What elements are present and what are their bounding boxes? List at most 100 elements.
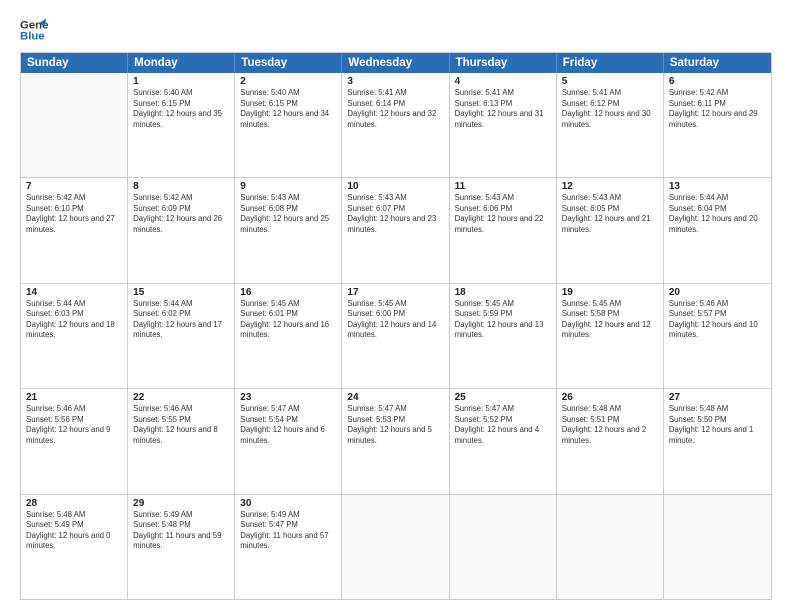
logo: General Blue bbox=[20, 16, 48, 44]
day-number: 23 bbox=[240, 392, 336, 403]
day-cell-8: 8Sunrise: 5:42 AM Sunset: 6:09 PM Daylig… bbox=[128, 178, 235, 282]
day-cell-19: 19Sunrise: 5:45 AM Sunset: 5:58 PM Dayli… bbox=[557, 284, 664, 388]
day-cell-15: 15Sunrise: 5:44 AM Sunset: 6:02 PM Dayli… bbox=[128, 284, 235, 388]
day-cell-12: 12Sunrise: 5:43 AM Sunset: 6:05 PM Dayli… bbox=[557, 178, 664, 282]
calendar-header: SundayMondayTuesdayWednesdayThursdayFrid… bbox=[21, 53, 771, 73]
day-info: Sunrise: 5:45 AM Sunset: 5:59 PM Dayligh… bbox=[455, 299, 551, 341]
weekday-header-sunday: Sunday bbox=[21, 53, 128, 73]
day-number: 21 bbox=[26, 392, 122, 403]
day-cell-13: 13Sunrise: 5:44 AM Sunset: 6:04 PM Dayli… bbox=[664, 178, 771, 282]
day-info: Sunrise: 5:41 AM Sunset: 6:13 PM Dayligh… bbox=[455, 88, 551, 130]
header: General Blue bbox=[20, 16, 772, 44]
day-number: 25 bbox=[455, 392, 551, 403]
day-number: 10 bbox=[347, 181, 443, 192]
day-number: 28 bbox=[26, 498, 122, 509]
day-info: Sunrise: 5:41 AM Sunset: 6:12 PM Dayligh… bbox=[562, 88, 658, 130]
day-info: Sunrise: 5:43 AM Sunset: 6:05 PM Dayligh… bbox=[562, 193, 658, 235]
day-number: 16 bbox=[240, 287, 336, 298]
day-cell-29: 29Sunrise: 5:49 AM Sunset: 5:48 PM Dayli… bbox=[128, 495, 235, 599]
day-info: Sunrise: 5:43 AM Sunset: 6:08 PM Dayligh… bbox=[240, 193, 336, 235]
day-cell-18: 18Sunrise: 5:45 AM Sunset: 5:59 PM Dayli… bbox=[450, 284, 557, 388]
day-cell-5: 5Sunrise: 5:41 AM Sunset: 6:12 PM Daylig… bbox=[557, 73, 664, 177]
calendar-body: 1Sunrise: 5:40 AM Sunset: 6:15 PM Daylig… bbox=[21, 73, 771, 599]
day-number: 9 bbox=[240, 181, 336, 192]
day-number: 7 bbox=[26, 181, 122, 192]
day-cell-10: 10Sunrise: 5:43 AM Sunset: 6:07 PM Dayli… bbox=[342, 178, 449, 282]
day-info: Sunrise: 5:47 AM Sunset: 5:52 PM Dayligh… bbox=[455, 404, 551, 446]
day-cell-28: 28Sunrise: 5:48 AM Sunset: 5:49 PM Dayli… bbox=[21, 495, 128, 599]
day-cell-24: 24Sunrise: 5:47 AM Sunset: 5:53 PM Dayli… bbox=[342, 389, 449, 493]
day-number: 1 bbox=[133, 76, 229, 87]
day-number: 14 bbox=[26, 287, 122, 298]
day-number: 3 bbox=[347, 76, 443, 87]
calendar: SundayMondayTuesdayWednesdayThursdayFrid… bbox=[20, 52, 772, 600]
day-info: Sunrise: 5:46 AM Sunset: 5:57 PM Dayligh… bbox=[669, 299, 766, 341]
day-info: Sunrise: 5:43 AM Sunset: 6:06 PM Dayligh… bbox=[455, 193, 551, 235]
day-info: Sunrise: 5:42 AM Sunset: 6:10 PM Dayligh… bbox=[26, 193, 122, 235]
day-cell-25: 25Sunrise: 5:47 AM Sunset: 5:52 PM Dayli… bbox=[450, 389, 557, 493]
weekday-header-tuesday: Tuesday bbox=[235, 53, 342, 73]
day-info: Sunrise: 5:44 AM Sunset: 6:03 PM Dayligh… bbox=[26, 299, 122, 341]
weekday-header-thursday: Thursday bbox=[450, 53, 557, 73]
day-info: Sunrise: 5:42 AM Sunset: 6:09 PM Dayligh… bbox=[133, 193, 229, 235]
weekday-header-monday: Monday bbox=[128, 53, 235, 73]
logo-icon: General Blue bbox=[20, 16, 48, 44]
day-cell-7: 7Sunrise: 5:42 AM Sunset: 6:10 PM Daylig… bbox=[21, 178, 128, 282]
day-cell-21: 21Sunrise: 5:46 AM Sunset: 5:56 PM Dayli… bbox=[21, 389, 128, 493]
day-info: Sunrise: 5:44 AM Sunset: 6:02 PM Dayligh… bbox=[133, 299, 229, 341]
day-info: Sunrise: 5:45 AM Sunset: 5:58 PM Dayligh… bbox=[562, 299, 658, 341]
day-number: 5 bbox=[562, 76, 658, 87]
day-info: Sunrise: 5:42 AM Sunset: 6:11 PM Dayligh… bbox=[669, 88, 766, 130]
empty-cell bbox=[342, 495, 449, 599]
day-info: Sunrise: 5:48 AM Sunset: 5:49 PM Dayligh… bbox=[26, 510, 122, 552]
day-cell-14: 14Sunrise: 5:44 AM Sunset: 6:03 PM Dayli… bbox=[21, 284, 128, 388]
calendar-row-2: 14Sunrise: 5:44 AM Sunset: 6:03 PM Dayli… bbox=[21, 283, 771, 388]
day-info: Sunrise: 5:40 AM Sunset: 6:15 PM Dayligh… bbox=[240, 88, 336, 130]
calendar-row-1: 7Sunrise: 5:42 AM Sunset: 6:10 PM Daylig… bbox=[21, 177, 771, 282]
day-cell-20: 20Sunrise: 5:46 AM Sunset: 5:57 PM Dayli… bbox=[664, 284, 771, 388]
calendar-row-4: 28Sunrise: 5:48 AM Sunset: 5:49 PM Dayli… bbox=[21, 494, 771, 599]
day-cell-30: 30Sunrise: 5:49 AM Sunset: 5:47 PM Dayli… bbox=[235, 495, 342, 599]
day-number: 11 bbox=[455, 181, 551, 192]
day-number: 12 bbox=[562, 181, 658, 192]
day-cell-17: 17Sunrise: 5:45 AM Sunset: 6:00 PM Dayli… bbox=[342, 284, 449, 388]
day-info: Sunrise: 5:47 AM Sunset: 5:54 PM Dayligh… bbox=[240, 404, 336, 446]
day-number: 20 bbox=[669, 287, 766, 298]
day-number: 29 bbox=[133, 498, 229, 509]
day-info: Sunrise: 5:40 AM Sunset: 6:15 PM Dayligh… bbox=[133, 88, 229, 130]
calendar-row-3: 21Sunrise: 5:46 AM Sunset: 5:56 PM Dayli… bbox=[21, 388, 771, 493]
day-cell-3: 3Sunrise: 5:41 AM Sunset: 6:14 PM Daylig… bbox=[342, 73, 449, 177]
day-number: 13 bbox=[669, 181, 766, 192]
day-cell-6: 6Sunrise: 5:42 AM Sunset: 6:11 PM Daylig… bbox=[664, 73, 771, 177]
empty-cell bbox=[664, 495, 771, 599]
day-number: 18 bbox=[455, 287, 551, 298]
day-number: 15 bbox=[133, 287, 229, 298]
day-info: Sunrise: 5:46 AM Sunset: 5:56 PM Dayligh… bbox=[26, 404, 122, 446]
day-number: 26 bbox=[562, 392, 658, 403]
weekday-header-friday: Friday bbox=[557, 53, 664, 73]
day-cell-1: 1Sunrise: 5:40 AM Sunset: 6:15 PM Daylig… bbox=[128, 73, 235, 177]
day-info: Sunrise: 5:49 AM Sunset: 5:48 PM Dayligh… bbox=[133, 510, 229, 552]
day-info: Sunrise: 5:45 AM Sunset: 6:00 PM Dayligh… bbox=[347, 299, 443, 341]
day-cell-11: 11Sunrise: 5:43 AM Sunset: 6:06 PM Dayli… bbox=[450, 178, 557, 282]
day-cell-23: 23Sunrise: 5:47 AM Sunset: 5:54 PM Dayli… bbox=[235, 389, 342, 493]
empty-cell bbox=[450, 495, 557, 599]
day-cell-26: 26Sunrise: 5:48 AM Sunset: 5:51 PM Dayli… bbox=[557, 389, 664, 493]
calendar-row-0: 1Sunrise: 5:40 AM Sunset: 6:15 PM Daylig… bbox=[21, 73, 771, 177]
day-info: Sunrise: 5:49 AM Sunset: 5:47 PM Dayligh… bbox=[240, 510, 336, 552]
day-number: 22 bbox=[133, 392, 229, 403]
day-info: Sunrise: 5:41 AM Sunset: 6:14 PM Dayligh… bbox=[347, 88, 443, 130]
day-cell-16: 16Sunrise: 5:45 AM Sunset: 6:01 PM Dayli… bbox=[235, 284, 342, 388]
day-info: Sunrise: 5:47 AM Sunset: 5:53 PM Dayligh… bbox=[347, 404, 443, 446]
day-info: Sunrise: 5:48 AM Sunset: 5:51 PM Dayligh… bbox=[562, 404, 658, 446]
day-number: 19 bbox=[562, 287, 658, 298]
day-info: Sunrise: 5:46 AM Sunset: 5:55 PM Dayligh… bbox=[133, 404, 229, 446]
day-number: 8 bbox=[133, 181, 229, 192]
day-info: Sunrise: 5:43 AM Sunset: 6:07 PM Dayligh… bbox=[347, 193, 443, 235]
day-info: Sunrise: 5:48 AM Sunset: 5:50 PM Dayligh… bbox=[669, 404, 766, 446]
day-number: 24 bbox=[347, 392, 443, 403]
day-number: 17 bbox=[347, 287, 443, 298]
empty-cell bbox=[557, 495, 664, 599]
weekday-header-saturday: Saturday bbox=[664, 53, 771, 73]
weekday-header-wednesday: Wednesday bbox=[342, 53, 449, 73]
